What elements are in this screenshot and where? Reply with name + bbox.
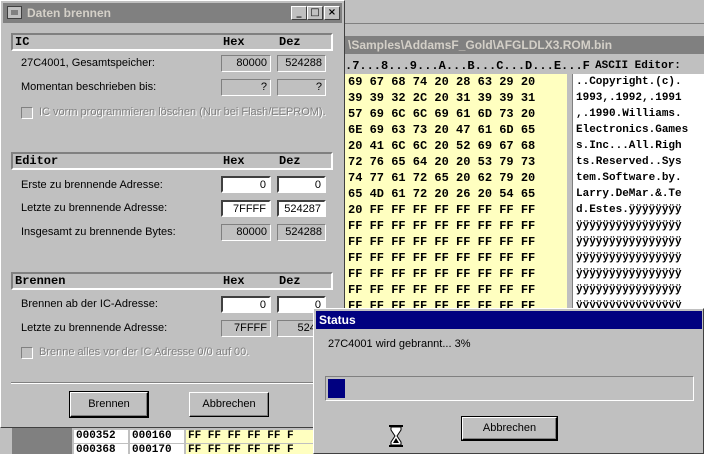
- address-cell: 000368: [74, 444, 128, 454]
- hex-row[interactable]: FF FF FF FF FF F: [186, 430, 316, 443]
- status-title-bar[interactable]: Status: [316, 311, 702, 329]
- ascii-row[interactable]: ,.1990.Williams.: [573, 106, 704, 122]
- burn-button[interactable]: Brennen: [69, 391, 149, 418]
- first-address-dez-input[interactable]: 0: [277, 176, 326, 193]
- ascii-row[interactable]: ÿÿÿÿÿÿÿÿÿÿÿÿÿÿÿÿ: [573, 282, 704, 298]
- ascii-pane[interactable]: ..Copyright.(c). 1993,.1992,.1991 ,.1990.W…: [572, 74, 704, 310]
- status-dialog: Status 27C4001 wird gebrannt... 3% Abbre…: [313, 308, 704, 454]
- hex-editor-path-title: \Samples\AddamsF_Gold\AFGLDLX3.ROM.bin: [345, 36, 704, 54]
- first-address-hex-input[interactable]: 0: [221, 176, 271, 193]
- dez-column-label: Dez: [279, 35, 301, 49]
- ic-total-label: 27C4001, Gesamtspeicher:: [21, 57, 155, 69]
- divider: [11, 382, 333, 384]
- hex-row[interactable]: FF FF FF FF FF FF FF FF FF: [345, 234, 567, 250]
- row-gutter: [12, 428, 72, 454]
- last-address-label: Letzte zu brennende Adresse:: [21, 202, 168, 214]
- burn-section-header: Brennen Hex Dez: [11, 272, 333, 290]
- ascii-row[interactable]: d.Estes.ÿÿÿÿÿÿÿÿ: [573, 202, 704, 218]
- burn-data-dialog: Daten brennen _ □ × IC Hex Dez 27C4001, …: [0, 0, 345, 428]
- editor-header-label: Editor: [15, 154, 59, 168]
- hex-row[interactable]: 6E 69 63 73 20 47 61 6D 65: [345, 122, 567, 138]
- hex-row[interactable]: FF FF FF FF FF FF FF FF FF: [345, 250, 567, 266]
- editor-section-header: Editor Hex Dez: [11, 152, 333, 170]
- ic-total-hex: 80000: [221, 55, 271, 72]
- burn-start-hex-input[interactable]: 0: [221, 296, 271, 313]
- hex-pane[interactable]: 69 67 68 74 20 28 63 29 20 39 39 32 2C 20…: [345, 74, 567, 310]
- ascii-row[interactable]: 1993,.1992,.1991: [573, 90, 704, 106]
- close-icon[interactable]: ×: [324, 6, 340, 20]
- progress-fill: [328, 379, 345, 398]
- erase-label: IC vorm programmieren löschen (Nur bei F…: [39, 106, 326, 118]
- ic-header-label: IC: [15, 35, 30, 49]
- status-message: 27C4001 wird gebrannt... 3%: [328, 338, 471, 350]
- hourglass-icon: [389, 425, 403, 447]
- ic-written-dez: ?: [277, 79, 326, 96]
- dez-column-label: Dez: [279, 274, 301, 288]
- hex-row[interactable]: FF FF FF FF FF F: [186, 444, 316, 454]
- minimize-icon[interactable]: _: [291, 6, 307, 20]
- hex-row[interactable]: 20 FF FF FF FF FF FF FF FF: [345, 202, 567, 218]
- hex-row[interactable]: 65 4D 61 72 20 26 20 54 65: [345, 186, 567, 202]
- address-cell: 000160: [130, 430, 184, 443]
- burn-progress-bar: [325, 376, 694, 401]
- ascii-row[interactable]: Electronics.Games: [573, 122, 704, 138]
- cancel-button[interactable]: Abbrechen: [189, 392, 269, 417]
- fill-checkbox[interactable]: [21, 347, 33, 359]
- erase-checkbox[interactable]: [21, 107, 33, 119]
- address-cell: 000352: [74, 430, 128, 443]
- fill-label: Brenne alles vor der IC Adresse 0/0 auf …: [39, 346, 250, 358]
- hex-row[interactable]: FF FF FF FF FF FF FF FF FF: [345, 218, 567, 234]
- ic-written-hex: ?: [221, 79, 271, 96]
- burn-header-label: Brennen: [15, 274, 66, 288]
- ic-section-header: IC Hex Dez: [11, 33, 333, 51]
- ascii-row[interactable]: ..Copyright.(c).: [573, 74, 704, 90]
- total-bytes-dez: 524288: [277, 224, 326, 241]
- hex-column-header: .7...8...9...A...B...C...D...E...F: [345, 58, 590, 74]
- last-address-hex-input[interactable]: 7FFFF: [221, 200, 271, 217]
- hex-row[interactable]: 39 39 32 2C 20 31 39 39 31: [345, 90, 567, 106]
- burn-start-label: Brennen ab der IC-Adresse:: [21, 298, 158, 310]
- ascii-row[interactable]: ÿÿÿÿÿÿÿÿÿÿÿÿÿÿÿÿ: [573, 234, 704, 250]
- ic-written-label: Momentan beschrieben bis:: [21, 81, 157, 93]
- total-bytes-hex: 80000: [221, 224, 271, 241]
- last-address-dez-input[interactable]: 524287: [277, 200, 326, 217]
- address-cell: 000170: [130, 444, 184, 454]
- hex-row[interactable]: 57 69 6C 6C 69 61 6D 73 20: [345, 106, 567, 122]
- hex-column-label: Hex: [223, 154, 245, 168]
- ascii-row[interactable]: Larry.DeMar.&.Te: [573, 186, 704, 202]
- ascii-row[interactable]: ÿÿÿÿÿÿÿÿÿÿÿÿÿÿÿÿ: [573, 266, 704, 282]
- burn-last-hex: 7FFFF: [221, 320, 271, 337]
- ascii-row[interactable]: ÿÿÿÿÿÿÿÿÿÿÿÿÿÿÿÿ: [573, 218, 704, 234]
- dialog-title-bar[interactable]: Daten brennen _ □ ×: [3, 3, 342, 23]
- burn-last-label: Letzte zu brennende Adresse:: [21, 322, 168, 334]
- window-icon: [7, 6, 22, 19]
- first-address-label: Erste zu brennende Adresse:: [21, 179, 163, 191]
- maximize-icon[interactable]: □: [307, 6, 323, 20]
- ascii-editor-header: ASCII Editor:: [595, 60, 681, 72]
- hex-editor-toolbar: [345, 0, 704, 24]
- hex-column-label: Hex: [223, 274, 245, 288]
- ascii-row[interactable]: s.Inc...All.Righ: [573, 138, 704, 154]
- ascii-row[interactable]: ÿÿÿÿÿÿÿÿÿÿÿÿÿÿÿÿ: [573, 250, 704, 266]
- hex-row[interactable]: 74 77 61 72 65 20 62 79 20: [345, 170, 567, 186]
- hex-column-label: Hex: [223, 35, 245, 49]
- ic-total-dez: 524288: [277, 55, 326, 72]
- hex-row[interactable]: FF FF FF FF FF FF FF FF FF: [345, 282, 567, 298]
- ascii-row[interactable]: ts.Reserved..Sys: [573, 154, 704, 170]
- hex-row[interactable]: 69 67 68 74 20 28 63 29 20: [345, 74, 567, 90]
- hex-row[interactable]: 20 41 6C 6C 20 52 69 67 68: [345, 138, 567, 154]
- hex-row[interactable]: FF FF FF FF FF FF FF FF FF: [345, 266, 567, 282]
- dez-column-label: Dez: [279, 154, 301, 168]
- hex-row[interactable]: 72 76 65 64 20 20 53 79 73: [345, 154, 567, 170]
- status-cancel-button[interactable]: Abbrechen: [461, 416, 558, 441]
- ascii-row[interactable]: tem.Software.by.: [573, 170, 704, 186]
- dialog-title: Daten brennen: [27, 6, 112, 20]
- total-bytes-label: Insgesamt zu brennende Bytes:: [21, 226, 176, 238]
